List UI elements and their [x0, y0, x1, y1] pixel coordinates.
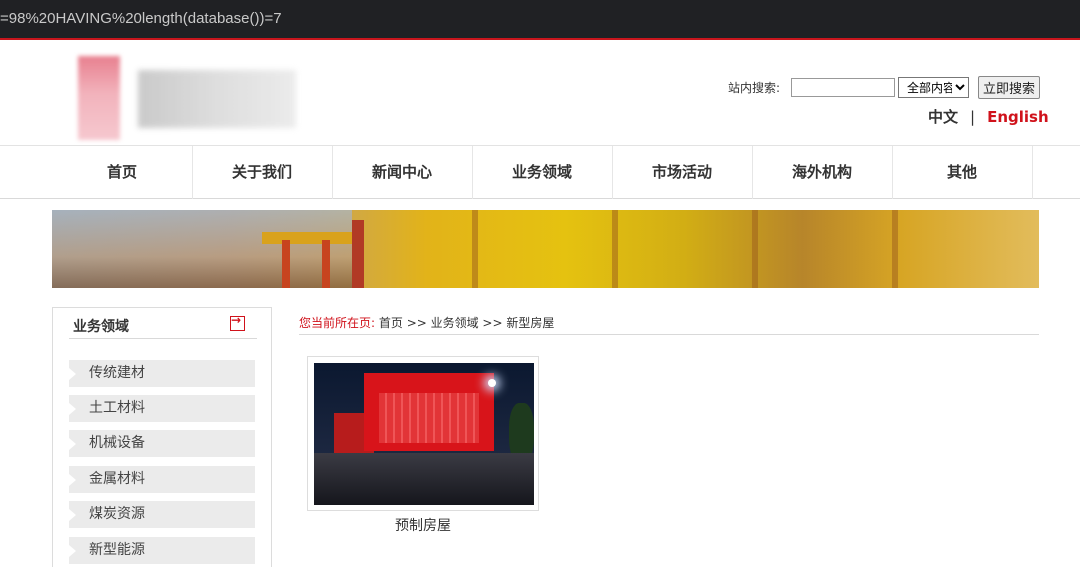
banner-crane-leg — [352, 220, 364, 288]
banner-crane-leg — [282, 240, 290, 288]
breadcrumb-divider — [299, 334, 1039, 335]
breadcrumb-path[interactable]: 首页 >> 业务领域 >> 新型房屋 — [379, 316, 554, 330]
site-logo-text[interactable] — [138, 70, 296, 128]
search-scope-select[interactable]: 全部内容 — [898, 77, 969, 98]
banner-stripe — [472, 210, 478, 288]
main-nav: 首页 关于我们 新闻中心 业务领域 市场活动 海外机构 其他 — [0, 145, 1080, 199]
nav-item-other[interactable]: 其他 — [892, 146, 1032, 199]
banner-sky — [52, 210, 352, 288]
product-card[interactable] — [307, 356, 539, 511]
banner-stripe — [612, 210, 618, 288]
banner-stripe — [892, 210, 898, 288]
sidebar-item-traditional-materials[interactable]: 传统建材 — [69, 360, 255, 387]
browser-url-bar[interactable]: =98%20HAVING%20length(database())=7 — [0, 0, 1080, 40]
product-photo[interactable] — [314, 363, 534, 505]
sidebar-item-metal-materials[interactable]: 金属材料 — [69, 466, 255, 493]
search-input[interactable] — [791, 78, 895, 97]
lang-chinese-link[interactable]: 中文 — [928, 108, 958, 126]
banner-stripe — [752, 210, 758, 288]
banner-image — [52, 210, 1039, 288]
breadcrumb: 您当前所在页: 首页 >> 业务领域 >> 新型房屋 — [299, 314, 554, 331]
sidebar-item-geotechnical-materials[interactable]: 土工材料 — [69, 395, 255, 422]
url-text: =98%20HAVING%20length(database())=7 — [0, 10, 282, 27]
product-caption[interactable]: 预制房屋 — [307, 515, 539, 535]
sidebar-item-new-energy[interactable]: 新型能源 — [69, 537, 255, 564]
sidebar-title: 业务领域 — [73, 319, 129, 335]
nav-item-market[interactable]: 市场活动 — [612, 146, 752, 199]
nav-item-news[interactable]: 新闻中心 — [332, 146, 472, 199]
lang-separator: | — [970, 108, 976, 126]
nav-divider — [1032, 146, 1033, 199]
banner-crane-leg — [322, 240, 330, 288]
lang-english-link[interactable]: English — [987, 108, 1049, 126]
nav-item-about[interactable]: 关于我们 — [192, 146, 332, 199]
nav-item-business[interactable]: 业务领域 — [472, 146, 612, 199]
arrow-right-icon[interactable] — [230, 313, 245, 331]
search-button[interactable]: 立即搜索 — [978, 76, 1040, 99]
language-switcher: 中文 | English — [928, 106, 1049, 127]
sidebar-item-coal-resources[interactable]: 煤炭资源 — [69, 501, 255, 528]
photo-streetlight — [488, 379, 496, 387]
nav-item-overseas[interactable]: 海外机构 — [752, 146, 892, 199]
sidebar-divider — [69, 338, 257, 339]
site-logo-mark[interactable] — [78, 56, 120, 140]
photo-road — [314, 453, 534, 505]
sidebar-item-machinery[interactable]: 机械设备 — [69, 430, 255, 457]
banner-crane-arm — [262, 232, 362, 244]
breadcrumb-label: 您当前所在页: — [299, 316, 376, 330]
search-label: 站内搜索: — [728, 81, 781, 95]
sidebar: 业务领域 传统建材 土工材料 机械设备 金属材料 煤炭资源 新型能源 — [52, 307, 272, 567]
nav-item-home[interactable]: 首页 — [52, 146, 192, 199]
photo-windows — [379, 393, 479, 443]
